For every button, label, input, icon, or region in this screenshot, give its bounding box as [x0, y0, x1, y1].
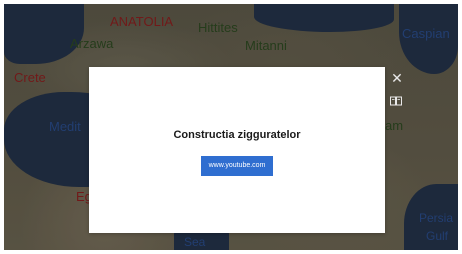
youtube-link-button[interactable]: www.youtube.com: [201, 156, 273, 176]
modal-title: Constructia zigguratelor: [173, 129, 301, 141]
info-modal: Constructia zigguratelor www.youtube.com: [89, 67, 385, 233]
book-icon[interactable]: [390, 96, 402, 106]
map-viewer: ANATOLIA Hittites Arzawa Mitanni Caspian…: [4, 4, 458, 250]
close-icon[interactable]: ✕: [389, 70, 405, 86]
